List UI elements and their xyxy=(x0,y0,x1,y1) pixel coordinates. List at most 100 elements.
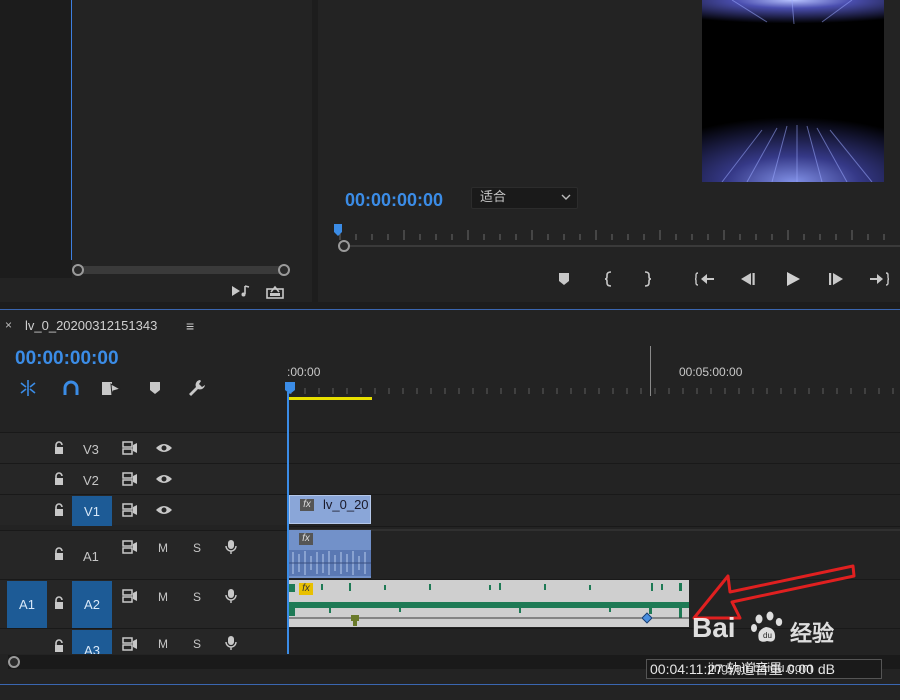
go-to-in-icon[interactable] xyxy=(694,270,716,288)
play-icon[interactable] xyxy=(782,269,804,289)
track-name-a1: A1 xyxy=(83,549,99,564)
ruler-label-start: :00:00 xyxy=(287,365,321,379)
source-scroll-handle-left[interactable] xyxy=(72,264,84,276)
track-target-v1[interactable]: V1 xyxy=(72,496,112,526)
linked-selection-icon[interactable] xyxy=(60,378,82,398)
mark-in-icon[interactable] xyxy=(600,270,616,288)
insert-audio-icon[interactable] xyxy=(230,282,252,300)
sequence-playhead-line xyxy=(287,392,289,654)
add-edit-icon[interactable] xyxy=(100,378,122,398)
audio-waveform-a1 xyxy=(289,550,371,576)
go-to-out-icon[interactable] xyxy=(868,270,890,288)
timeline-scroll-handle[interactable] xyxy=(8,656,20,668)
microphone-icon[interactable] xyxy=(225,635,237,654)
mark-out-icon[interactable] xyxy=(640,270,656,288)
track-header-v1: V1 xyxy=(0,494,287,526)
audio-clip-a2[interactable]: fx xyxy=(289,580,689,627)
lock-icon[interactable] xyxy=(53,639,65,654)
fx-badge: fx xyxy=(299,533,313,545)
source-patch-label: A1 xyxy=(19,597,35,612)
track-name-a3: A3 xyxy=(84,643,100,654)
eye-icon[interactable] xyxy=(155,442,173,457)
timeline-tools xyxy=(14,376,214,398)
lock-icon[interactable] xyxy=(53,547,65,564)
step-back-icon[interactable] xyxy=(738,270,758,288)
mute-button[interactable]: M xyxy=(158,541,168,555)
watermark-suffix: 经验 xyxy=(790,622,835,647)
ruler-major-tick xyxy=(650,346,651,396)
mute-button[interactable]: M xyxy=(158,590,168,604)
program-time-ruler[interactable] xyxy=(334,228,900,240)
zoom-fit-value: 适合 xyxy=(480,190,507,205)
svg-text:du: du xyxy=(763,631,772,640)
wrench-icon[interactable] xyxy=(186,378,208,398)
track-target-a2[interactable]: A2 xyxy=(72,581,112,628)
work-area-bar[interactable] xyxy=(288,397,372,400)
lock-icon[interactable] xyxy=(53,472,65,489)
watermark-site: jingyan.baidu.com xyxy=(708,660,813,675)
film-toggle-icon[interactable] xyxy=(122,540,138,557)
film-toggle-icon[interactable] xyxy=(122,472,138,489)
film-toggle-icon[interactable] xyxy=(122,503,138,520)
program-video-frame xyxy=(702,0,884,182)
track-name-v3: V3 xyxy=(83,442,99,457)
track-header-a2: A1 A2 M S xyxy=(0,579,287,628)
zoom-fit-select[interactable]: 适合 xyxy=(471,187,578,209)
panel-divider xyxy=(0,684,900,685)
chevron-down-icon xyxy=(561,189,571,209)
eye-icon[interactable] xyxy=(155,504,173,519)
program-playhead[interactable] xyxy=(334,224,342,236)
track-header-v2: V2 xyxy=(0,463,287,494)
close-tab-icon[interactable]: × xyxy=(5,318,12,332)
track-header-a3: A3 M S xyxy=(0,628,287,654)
baidu-jingyan-watermark: Bai du 经验 jingyan.baidu.com xyxy=(692,606,852,675)
track-headers: V3 V2 V1 A1 M S A1 A2 M S A3 M S xyxy=(0,432,287,654)
program-scroll-handle[interactable] xyxy=(338,240,350,252)
track-name-a2: A2 xyxy=(84,597,100,612)
lock-icon[interactable] xyxy=(53,503,65,520)
sequence-playhead[interactable] xyxy=(285,382,295,394)
step-forward-icon[interactable] xyxy=(826,270,846,288)
audio-clip-a1[interactable]: fx xyxy=(289,530,371,578)
video-clip-label: lv_0_20 xyxy=(323,497,369,512)
watermark-brand: Bai xyxy=(692,612,736,643)
paw-icon: du xyxy=(751,611,783,642)
video-clip[interactable]: fx lv_0_20 xyxy=(289,495,371,524)
sequence-timecode[interactable]: 00:00:00:00 xyxy=(15,348,119,370)
source-scroll-handle-right[interactable] xyxy=(278,264,290,276)
mute-button[interactable]: M xyxy=(158,637,168,651)
film-toggle-icon[interactable] xyxy=(122,589,138,606)
program-timecode[interactable]: 00:00:00:00 xyxy=(345,190,443,211)
track-target-a3[interactable]: A3 xyxy=(72,630,112,654)
source-zoom-scrollbar[interactable] xyxy=(72,264,290,276)
export-frame-icon[interactable] xyxy=(264,282,286,300)
eye-icon[interactable] xyxy=(155,473,173,488)
microphone-icon[interactable] xyxy=(225,539,237,558)
track-header-v3: V3 xyxy=(0,432,287,463)
lock-icon[interactable] xyxy=(53,441,65,458)
fx-badge: fx xyxy=(300,499,314,511)
panel-menu-icon[interactable]: ≡ xyxy=(186,318,194,334)
source-playhead-line xyxy=(71,0,72,260)
audio-waveform-a2 xyxy=(289,583,689,626)
marker-icon[interactable] xyxy=(146,379,164,397)
solo-button[interactable]: S xyxy=(193,590,201,604)
transport-controls xyxy=(548,266,898,292)
lock-icon[interactable] xyxy=(53,596,65,613)
sequence-time-ruler[interactable]: :00:00 00:05:00:00 xyxy=(287,362,900,400)
ruler-label-5min: 00:05:00:00 xyxy=(679,365,743,379)
source-monitor-viewer xyxy=(0,0,72,278)
film-toggle-icon[interactable] xyxy=(122,441,138,458)
track-header-a1: A1 M S xyxy=(0,530,287,579)
snap-icon[interactable] xyxy=(16,378,40,398)
track-name-v2: V2 xyxy=(83,473,99,488)
add-marker-icon[interactable] xyxy=(556,270,572,288)
track-name-v1: V1 xyxy=(84,503,100,519)
program-zoom-scrollbar[interactable] xyxy=(338,240,900,252)
sequence-tab[interactable]: lv_0_20200312151343 xyxy=(25,318,157,333)
solo-button[interactable]: S xyxy=(193,637,201,651)
solo-button[interactable]: S xyxy=(193,541,201,555)
microphone-icon[interactable] xyxy=(225,588,237,607)
film-toggle-icon[interactable] xyxy=(122,637,138,654)
source-patch-a1[interactable]: A1 xyxy=(7,581,47,628)
